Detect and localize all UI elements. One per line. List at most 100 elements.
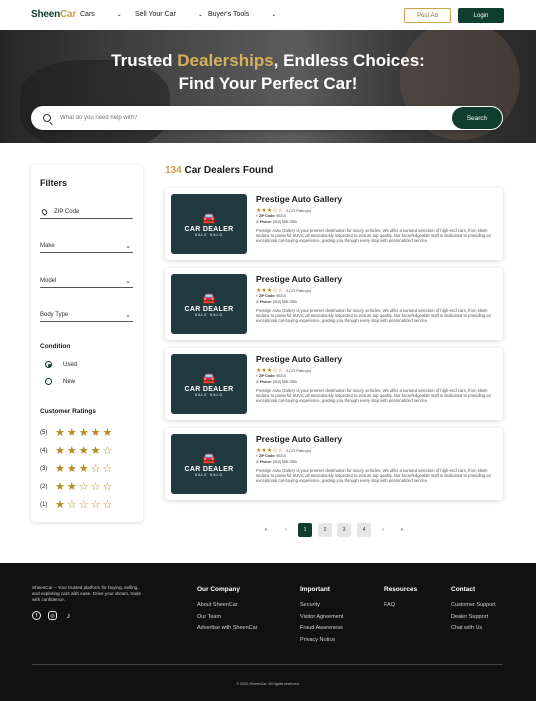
search-icon [43, 114, 51, 122]
car-icon: 🚘 [202, 212, 216, 225]
results-count-number: 134 [165, 165, 182, 176]
body-type-select[interactable]: Body Type ⌄ [40, 308, 133, 322]
dealer-logo: 🚘 CAR DEALER SALE HALO [171, 274, 247, 334]
pagination-page-3[interactable]: 3 [337, 523, 351, 537]
chevron-down-icon: ⌄ [271, 12, 277, 18]
model-select[interactable]: Model ⌄ [40, 274, 133, 288]
site-logo[interactable]: SheenCar [31, 9, 76, 20]
hero-subtitle: Find Your Perfect Car! [178, 74, 358, 93]
pagination-prev[interactable]: ‹ [279, 523, 293, 537]
phone-label: Phone: [259, 460, 272, 464]
phone-value: (310) 555-7890 [272, 380, 297, 384]
rating-option-3[interactable]: (3) ★★★☆☆ [40, 462, 114, 475]
pagination-page-1[interactable]: 1 [298, 523, 312, 537]
dealer-logo: 🚘 CAR DEALER SALE HALO [171, 354, 247, 414]
dealer-logo: 🚘 CAR DEALER SALE HALO [171, 434, 247, 494]
footer-link-customer-support[interactable]: Customer Support [451, 602, 496, 608]
footer-col-important-title: Important [300, 586, 330, 593]
star-icons: ★☆☆☆☆ [55, 499, 115, 511]
rating-option-1[interactable]: (1) ★☆☆☆☆ [40, 498, 114, 511]
dealer-zip: ⌖ ZIP Code: 90210 [256, 374, 286, 378]
footer-link-chat[interactable]: Chat with Us [451, 625, 482, 631]
zip-value: 90210 [276, 214, 286, 218]
dealer-name[interactable]: Prestige Auto Gallery [256, 274, 342, 284]
footer-link-dealer-support[interactable]: Dealer Support [451, 614, 488, 620]
search-input[interactable] [60, 115, 430, 121]
rating-option-2[interactable]: (2) ★★☆☆☆ [40, 480, 114, 493]
footer-link-about[interactable]: About SheenCar [197, 602, 238, 608]
footer-link-advertise[interactable]: Advertise with SheenCar [197, 625, 258, 631]
zip-code-field[interactable]: ZIP Code [40, 205, 133, 219]
search-bar: Search [31, 106, 503, 130]
pagination-page-2[interactable]: 2 [318, 523, 332, 537]
dealer-zip: ⌖ ZIP Code: 90210 [256, 214, 286, 218]
footer-col-our-company-title: Our Company [197, 586, 240, 593]
menu-buyers-tools[interactable]: Buyer's Tools ⌄ [208, 11, 276, 18]
footer-link-our-team[interactable]: Our Team [197, 614, 221, 620]
login-button[interactable]: Login [458, 8, 504, 23]
filters-title: Filters [40, 178, 68, 188]
rating-option-5[interactable]: (5) ★★★★★ [40, 426, 114, 439]
make-select[interactable]: Make ⌄ [40, 239, 133, 253]
rating-count-label: (5) [40, 429, 48, 436]
pagination-last[interactable]: » [395, 523, 409, 537]
footer-link-fraud-awareness[interactable]: Fraud Awareness [300, 625, 343, 631]
dealer-rating: ★★★☆☆ 3 (23 Ratings) [256, 367, 311, 374]
dealer-name[interactable]: Prestige Auto Gallery [256, 354, 342, 364]
dealer-card[interactable]: 🚘 CAR DEALER SALE HALO Prestige Auto Galle… [165, 428, 503, 500]
dealer-name[interactable]: Prestige Auto Gallery [256, 434, 342, 444]
tiktok-icon[interactable]: ♪ [64, 611, 73, 620]
star-icons: ★★★☆☆ [256, 288, 283, 294]
dealer-description: Prestige Auto Gallery is your premier de… [256, 308, 491, 324]
dealer-name[interactable]: Prestige Auto Gallery [256, 194, 342, 204]
logo-title: CAR DEALER [184, 305, 234, 313]
footer-about-text: SheenCar – Your trusted platform for buy… [32, 585, 142, 602]
logo-title: CAR DEALER [184, 465, 234, 473]
search-button[interactable]: Search [452, 107, 502, 129]
menu-sell-your-car[interactable]: Sell Your Car ⌄ [135, 11, 203, 18]
dealer-description: Prestige Auto Gallery is your premier de… [256, 468, 491, 484]
instagram-icon[interactable]: ◎ [48, 611, 57, 620]
pagination-page-4[interactable]: 4 [357, 523, 371, 537]
results-count-label: Car Dealers Found [181, 165, 274, 176]
star-icons: ★★★☆☆ [55, 463, 115, 475]
radio-selected-icon [45, 361, 52, 368]
pagination-next[interactable]: › [376, 523, 390, 537]
dealer-card[interactable]: 🚘 CAR DEALER SALE HALO Prestige Auto Galle… [165, 348, 503, 420]
rating-text: 3 (23 Ratings) [285, 208, 312, 213]
logo-subtitle: SALE HALO [194, 392, 224, 397]
zip-label: ZIP Code: [258, 214, 276, 218]
footer-link-security[interactable]: Security [300, 602, 320, 608]
footer-copyright: © 2025 SheenCar. All rights reserved. [236, 682, 300, 686]
menu-cars[interactable]: Cars ⌄ [80, 11, 122, 18]
logo-subtitle: SALE HALO [194, 312, 224, 317]
condition-new-radio[interactable]: New [45, 378, 75, 385]
rating-option-4[interactable]: (4) ★★★★☆ [40, 444, 114, 457]
pagination-first[interactable]: « [259, 523, 273, 537]
footer-link-faq[interactable]: FAQ [384, 602, 395, 608]
dealer-rating: ★★★☆☆ 3 (23 Ratings) [256, 287, 311, 294]
dealer-rating: ★★★☆☆ 3 (23 Ratings) [256, 207, 311, 214]
footer-link-privacy-notice[interactable]: Privacy Notice [300, 637, 335, 643]
condition-used-radio[interactable]: Used [45, 361, 77, 368]
car-icon: 🚘 [202, 372, 216, 385]
logo-subtitle: SALE HALO [194, 232, 224, 237]
dealer-card[interactable]: 🚘 CAR DEALER SALE HALO Prestige Auto Galle… [165, 268, 503, 340]
logo-text-car: Car [60, 9, 77, 20]
dealer-card[interactable]: 🚘 CAR DEALER SALE HALO Prestige Auto Galle… [165, 188, 503, 260]
car-icon: 🚘 [202, 292, 216, 305]
zip-value: 90210 [276, 454, 286, 458]
phone-value: (310) 555-7890 [272, 220, 297, 224]
phone-label: Phone: [259, 220, 272, 224]
facebook-icon[interactable]: f [32, 611, 41, 620]
zip-label: ZIP Code: [258, 374, 276, 378]
star-icons: ★★★☆☆ [256, 208, 283, 214]
star-icons: ★★★☆☆ [256, 448, 283, 454]
dealer-phone: ✆ Phone: (310) 555-7890 [256, 460, 297, 464]
footer-link-visitor-agreement[interactable]: Visitor Agreement [300, 614, 343, 620]
dealer-zip: ⌖ ZIP Code: 90210 [256, 294, 286, 298]
post-ad-button[interactable]: Post Ad [404, 8, 451, 23]
logo-subtitle: SALE HALO [194, 472, 224, 477]
phone-value: (310) 555-7890 [272, 300, 297, 304]
footer: SheenCar – Your trusted platform for buy… [0, 563, 536, 701]
